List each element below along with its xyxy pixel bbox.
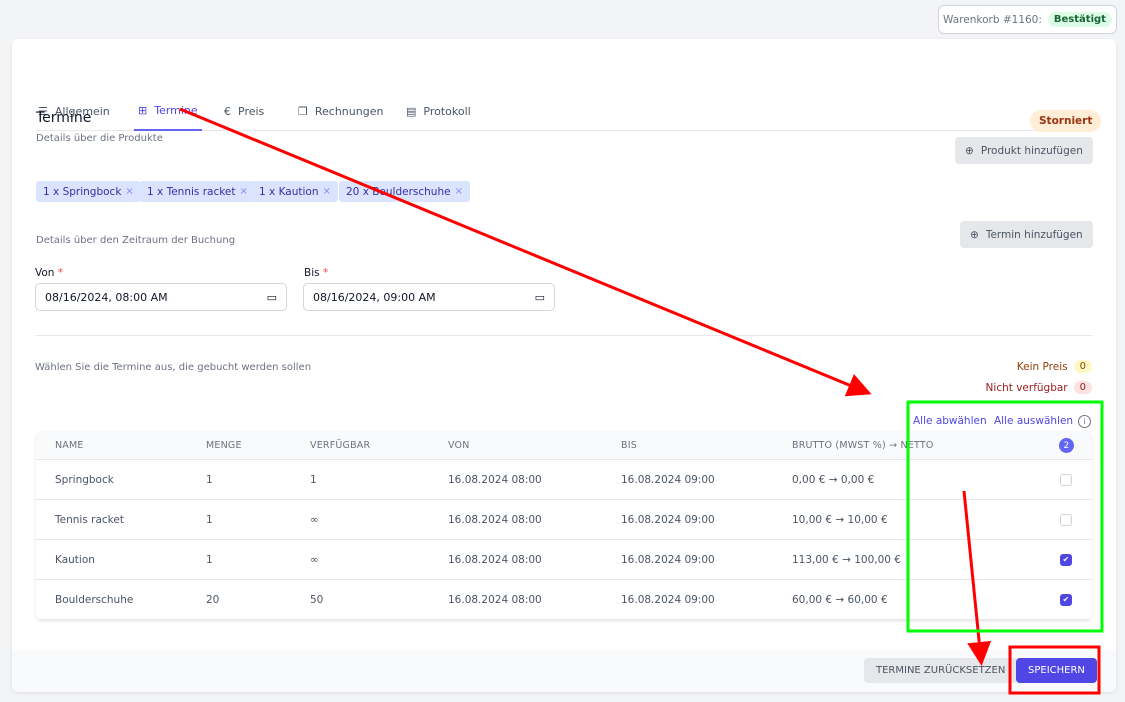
annotation-highlight-box (906, 400, 1104, 633)
annotation-arrow (179, 107, 872, 397)
annotation-highlight-box (1008, 645, 1101, 695)
annotation-arrow (962, 490, 992, 666)
annotation-overlay (179, 107, 1104, 695)
